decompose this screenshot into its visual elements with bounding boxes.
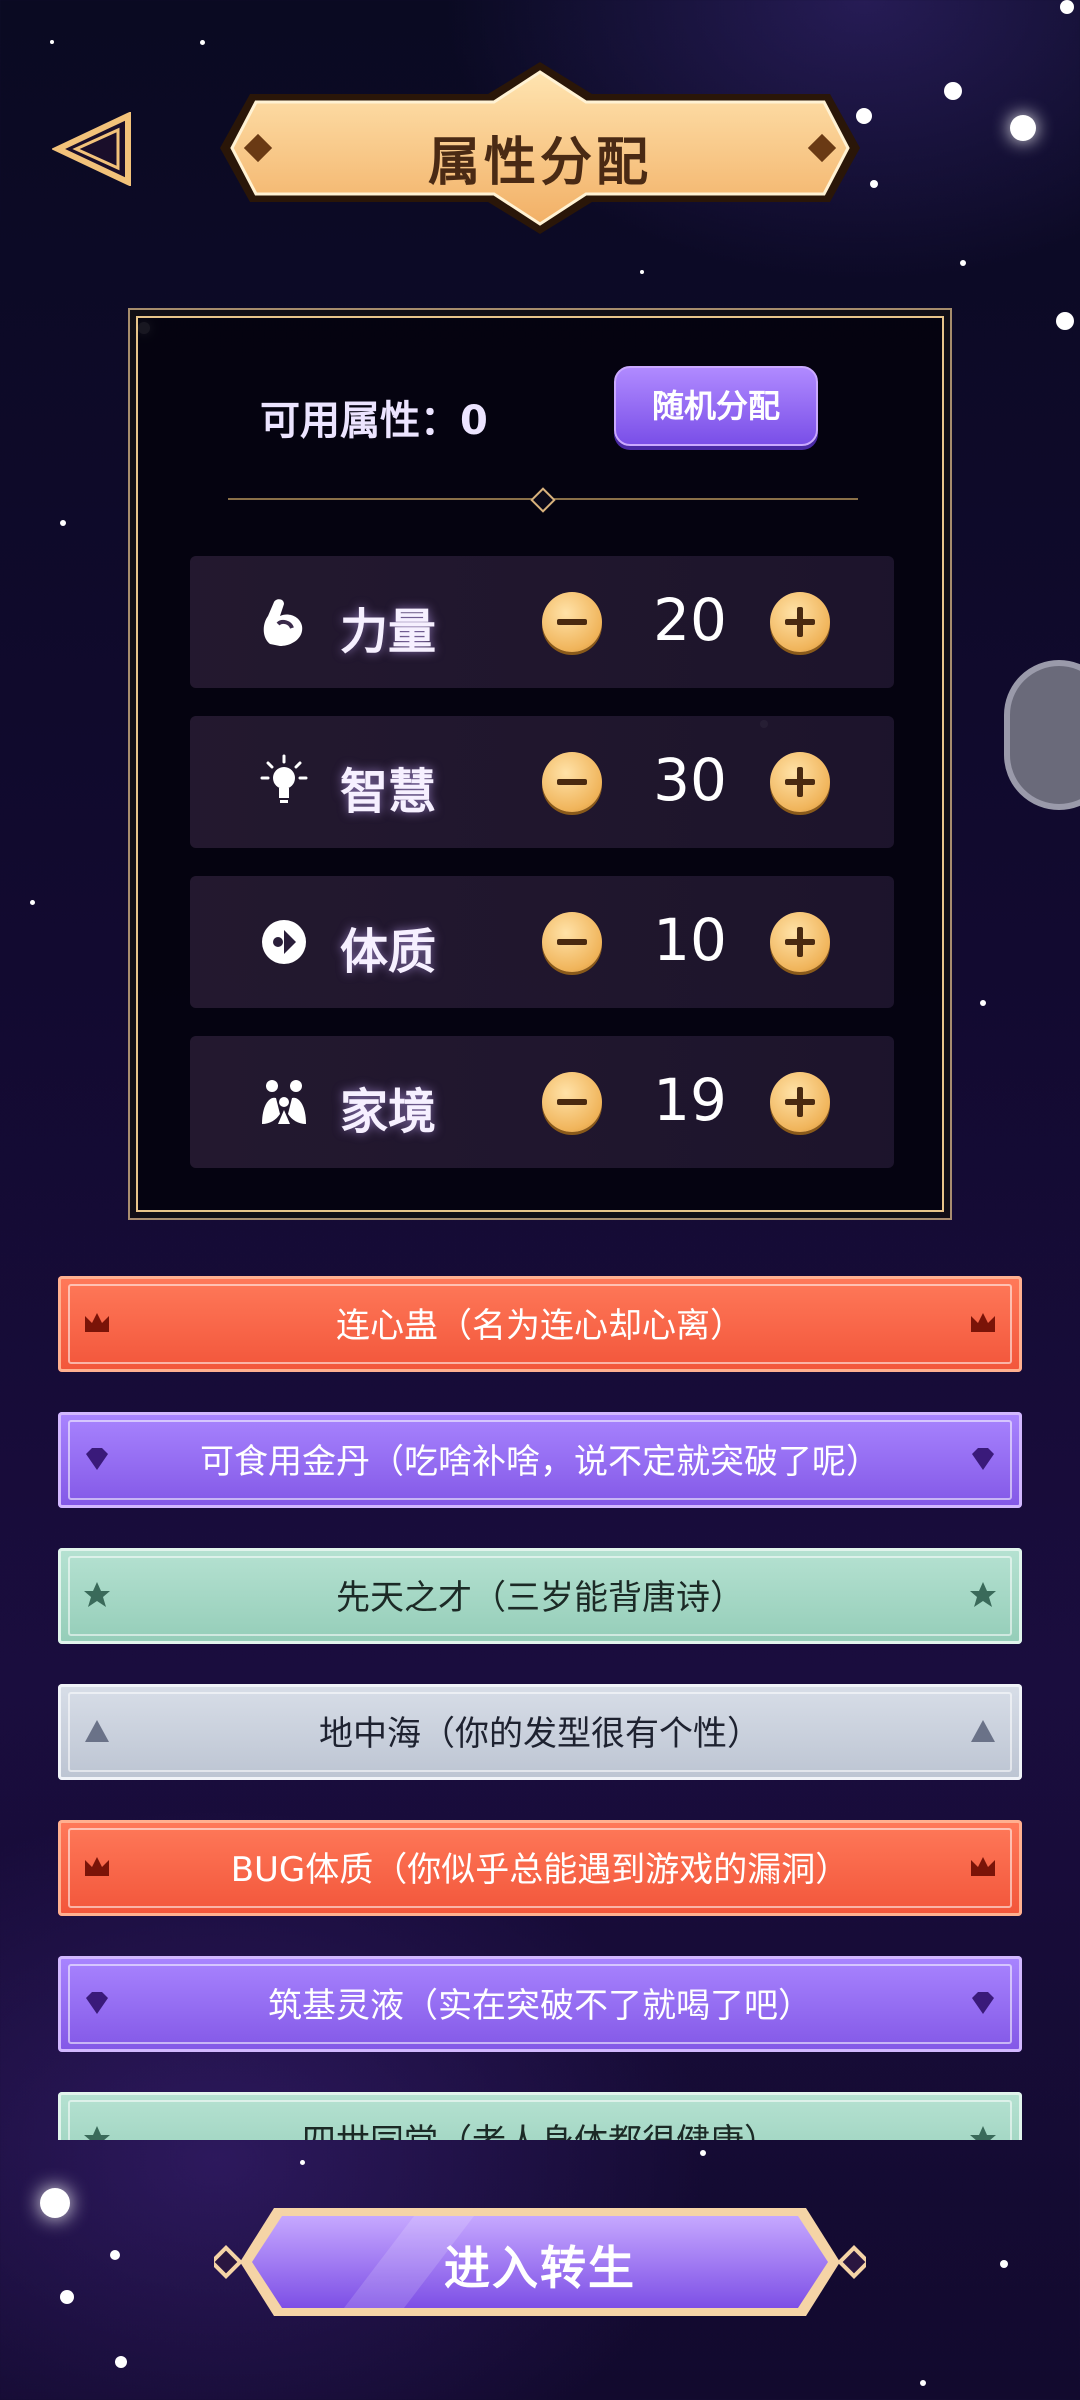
available-points-label: 可用属性：0 [260, 398, 488, 444]
talent-text: 地中海（你的发型很有个性） [319, 1714, 761, 1754]
talent-item[interactable]: 可食用金丹（吃啥补啥，说不定就突破了呢） [58, 1412, 1022, 1508]
attribute-row-strength: 力量 20 [190, 556, 894, 688]
talent-text: 先天之才（三岁能背唐诗） [336, 1578, 744, 1618]
family-icon [262, 1080, 306, 1124]
decrease-button[interactable] [542, 1072, 602, 1132]
attribute-label: 家境 [340, 1084, 437, 1140]
increase-button[interactable] [770, 752, 830, 812]
triangle-icon [971, 1720, 995, 1742]
talent-item[interactable]: 地中海（你的发型很有个性） [58, 1684, 1022, 1780]
increase-button[interactable] [770, 912, 830, 972]
crown-icon [971, 1857, 995, 1876]
star-icon [970, 2126, 996, 2140]
gem-icon [972, 1448, 994, 1470]
increase-button[interactable] [770, 592, 830, 652]
talent-text: 四世同堂（老人身体都很健康） [58, 2114, 1022, 2140]
talent-text: 连心蛊（名为连心却心离） [336, 1306, 744, 1346]
crown-icon [971, 1313, 995, 1332]
attribute-label: 体质 [340, 924, 437, 980]
attribute-row-family: 家境 19 [190, 1036, 894, 1168]
talent-text: 筑基灵液（实在突破不了就喝了吧） [268, 1986, 812, 2026]
title-banner: 属性分配 [220, 58, 860, 238]
attribute-label: 智慧 [340, 764, 437, 820]
back-triangle-icon [50, 111, 131, 187]
attribute-value: 19 [653, 1066, 727, 1134]
lightbulb-icon [260, 754, 308, 803]
random-allocate-button[interactable]: 随机分配 [614, 366, 818, 446]
attribute-panel: 可用属性：0 随机分配 力量 20 智慧 30 体质 10 家境 19 [136, 316, 944, 1212]
star-icon [970, 1582, 996, 1607]
increase-button[interactable] [770, 1072, 830, 1132]
attribute-label: 力量 [340, 604, 437, 660]
talent-item[interactable]: BUG体质（你似乎总能遇到游戏的漏洞） [58, 1820, 1022, 1916]
talent-item[interactable]: 连心蛊（名为连心却心离） [58, 1276, 1022, 1372]
muscle-icon [263, 599, 303, 646]
talent-item[interactable]: 先天之才（三岁能背唐诗） [58, 1548, 1022, 1644]
decrease-button[interactable] [542, 912, 602, 972]
attribute-row-wisdom: 智慧 30 [190, 716, 894, 848]
talent-item[interactable]: 筑基灵液（实在突破不了就喝了吧） [58, 1956, 1022, 2052]
decrease-button[interactable] [542, 592, 602, 652]
talent-text: BUG体质（你似乎总能遇到游戏的漏洞） [230, 1850, 850, 1890]
attribute-value: 10 [653, 906, 727, 974]
body-icon [262, 920, 306, 964]
attribute-value: 30 [653, 746, 727, 814]
enter-reincarnation-button[interactable]: 进入转生 [209, 2200, 871, 2324]
attribute-row-constitution: 体质 10 [190, 876, 894, 1008]
enter-button-label: 进入转生 [444, 2241, 636, 2295]
decrease-button[interactable] [542, 752, 602, 812]
gem-icon [972, 1992, 994, 2014]
talent-list[interactable]: 连心蛊（名为连心却心离） 可食用金丹（吃啥补啥，说不定就突破了呢） 先天之才（三… [58, 1276, 1022, 2140]
talent-text: 可食用金丹（吃啥补啥，说不定就突破了呢） [200, 1442, 880, 1482]
divider-diamond [530, 487, 556, 513]
back-button[interactable] [50, 111, 134, 187]
talent-item[interactable]: 四世同堂（老人身体都很健康） [58, 2092, 1022, 2140]
page-title: 属性分配 [427, 133, 652, 193]
side-avatar[interactable] [1004, 660, 1080, 810]
attribute-value: 20 [653, 586, 727, 654]
